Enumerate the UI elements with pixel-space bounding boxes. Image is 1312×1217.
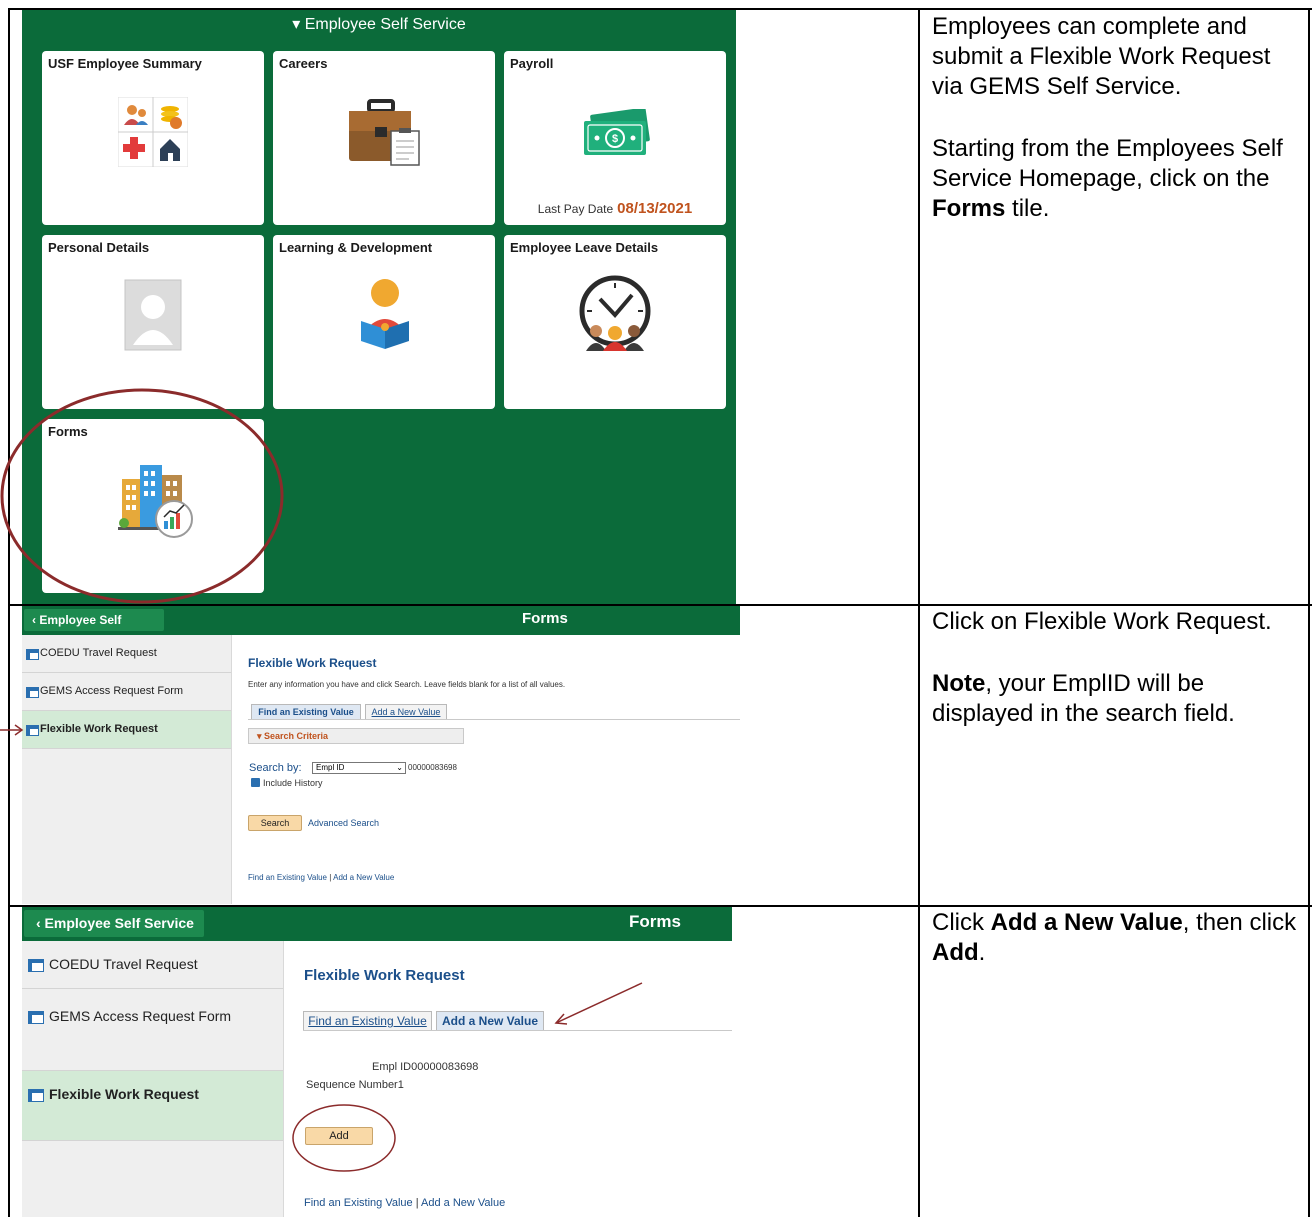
footer-find-existing-link[interactable]: Find an Existing Value [304, 1197, 413, 1209]
footer-separator: | [329, 873, 332, 882]
form-icon [28, 959, 44, 972]
learner-reading-icon [361, 279, 409, 349]
include-history-label: Include History [263, 778, 323, 788]
sidebar-item-gems-access-request-form[interactable]: GEMS Access Request Form [22, 989, 283, 1071]
page-title: Flexible Work Request [248, 656, 377, 670]
help-text: Enter any information you have and click… [248, 680, 566, 689]
forms-header-bar: ‹ Employee Self Service Forms [22, 606, 740, 649]
tile-careers[interactable]: Careers [273, 51, 495, 225]
tile-title: Employee Leave Details [510, 240, 659, 255]
employee-summary-icon [118, 97, 188, 167]
form-icon [26, 649, 39, 660]
sidebar-item-coedu-travel-request[interactable]: COEDU Travel Request [22, 635, 231, 673]
user-photo-placeholder-icon [124, 279, 182, 351]
svg-text:$: $ [612, 133, 618, 145]
header-title: Forms [522, 610, 568, 627]
instruction-row3: Click Add a New Value, then click Add. [932, 908, 1300, 1000]
footer-add-new-link[interactable]: Add a New Value [421, 1197, 505, 1209]
form-icon [28, 1089, 44, 1102]
tile-title: Personal Details [48, 240, 150, 255]
form-icon [26, 687, 39, 698]
footer-links: Find an Existing Value | Add a New Value [248, 873, 394, 882]
tile-title: Learning & Development [279, 240, 433, 255]
empl-id-row: Empl ID00000083698 [372, 1061, 478, 1073]
tile-title: Payroll [510, 56, 554, 71]
forms-header-bar: ‹ Employee Self Service Forms [22, 907, 732, 941]
sidebar-item-gems-access-request-form[interactable]: GEMS Access Request Form [22, 673, 231, 711]
search-criteria-header[interactable]: ▾ Search Criteria [248, 728, 464, 744]
include-history-checkbox[interactable] [251, 778, 260, 787]
annotation-circle-add [292, 1104, 396, 1172]
back-button[interactable]: ‹ Employee Self Service [24, 910, 204, 937]
money-icon: $ [584, 109, 650, 155]
search-value[interactable]: 00000083698 [408, 763, 457, 772]
tab-underline [248, 719, 740, 720]
tab-add-new-value[interactable]: Add a New Value [365, 704, 447, 720]
sidebar-item-flexible-work-request[interactable]: Flexible Work Request [22, 1071, 283, 1141]
instruction-row1-p2: Starting from the Employees Self Service… [932, 135, 1283, 222]
sequence-number-label: Sequence Number [306, 1079, 398, 1091]
header-title: Forms [629, 912, 681, 931]
chevron-down-icon: ⌄ [396, 763, 403, 772]
briefcase-icon [349, 99, 420, 166]
instruction-row2: Click on Flexible Work Request. Note, yo… [932, 607, 1300, 761]
footer-add-new-link[interactable]: Add a New Value [333, 873, 394, 882]
footer-separator: | [415, 1197, 419, 1209]
instruction-row2-p1: Click on Flexible Work Request. [932, 608, 1272, 635]
tab-add-new-value[interactable]: Add a New Value [436, 1011, 544, 1031]
advanced-search-link[interactable]: Advanced Search [308, 818, 379, 828]
footer-find-existing-link[interactable]: Find an Existing Value [248, 873, 327, 882]
instruction-row3-p1: Click Add a New Value, then click Add. [932, 909, 1297, 966]
page-title: Flexible Work Request [304, 967, 465, 984]
last-pay-date: Last Pay Date 08/13/2021 [537, 200, 693, 217]
tile-title: USF Employee Summary [48, 56, 202, 71]
table-border-left [8, 8, 10, 1217]
clock-people-icon [579, 275, 651, 351]
sidebar-item-flexible-work-request[interactable]: Flexible Work Request [22, 711, 231, 749]
search-by-select[interactable]: Empl ID ⌄ [312, 762, 406, 774]
sidebar-item-coedu-travel-request[interactable]: COEDU Travel Request [22, 941, 283, 989]
back-button[interactable]: ‹ Employee Self Service [24, 609, 164, 649]
tile-personal-details[interactable]: Personal Details [42, 235, 264, 409]
tab-find-existing-value[interactable]: Find an Existing Value [303, 1011, 432, 1031]
table-border-middle [918, 8, 920, 1217]
tile-title: Careers [279, 56, 328, 71]
sequence-number-value: 1 [397, 1079, 404, 1091]
empl-id-label: Empl ID [372, 1061, 412, 1073]
tile-learning-development[interactable]: Learning & Development [273, 235, 495, 409]
annotation-arrow-add-new-value [554, 982, 643, 1025]
empl-id-value: 00000083698 [411, 1061, 479, 1073]
instruction-row2-p2: Note, your EmplID will be displayed in t… [932, 670, 1235, 727]
sequence-number-row: Sequence Number1 [306, 1079, 404, 1091]
tab-underline [303, 1030, 732, 1031]
footer-links: Find an Existing Value | Add a New Value [304, 1197, 505, 1209]
form-icon [26, 725, 39, 736]
form-icon [28, 1011, 44, 1024]
instruction-row1-p1: Employees can complete and submit a Flex… [932, 13, 1271, 100]
tab-find-existing-value[interactable]: Find an Existing Value [251, 704, 361, 720]
sidebar: COEDU Travel Request GEMS Access Request… [22, 635, 232, 904]
search-button[interactable]: Search [248, 815, 302, 831]
tile-payroll[interactable]: Payroll $ Last Pay Date 08/13/2021 [504, 51, 726, 225]
annotation-circle-forms [0, 388, 284, 604]
annotation-arrow-flexible-work [0, 724, 24, 736]
tile-usf-employee-summary[interactable]: USF Employee Summary [42, 51, 264, 225]
table-border-right [1308, 8, 1310, 1217]
tile-employee-leave-details[interactable]: Employee Leave Details [504, 235, 726, 409]
homepage-title[interactable]: ▾ Employee Self Service [22, 14, 736, 34]
search-by-label: Search by: [249, 762, 302, 774]
instruction-row1: Employees can complete and submit a Flex… [932, 12, 1300, 256]
sidebar: COEDU Travel Request GEMS Access Request… [22, 941, 284, 1217]
